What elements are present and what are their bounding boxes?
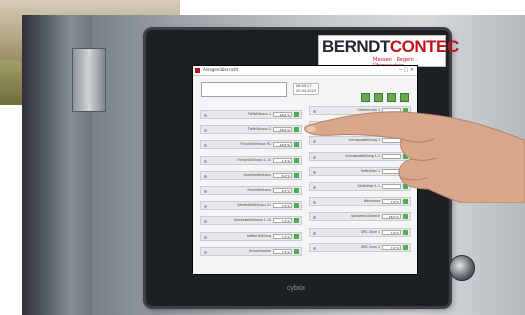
bezel-logo: cybox	[287, 285, 306, 292]
sensor-tile[interactable]: Fleischkühlhaus 1-10 1.5°C	[200, 155, 302, 165]
door-hinge	[72, 48, 106, 112]
brand-label: BERNDTCONTEC Messen · Regeln · Überwache…	[318, 35, 459, 69]
brand-name-part2: CONTEC	[389, 37, 459, 56]
status-led	[403, 229, 408, 235]
date-text: 20.04.2023	[296, 89, 317, 93]
app-title: Anlagenübersicht	[203, 67, 239, 72]
status-dot	[204, 205, 207, 209]
refresh-icon[interactable]	[387, 93, 396, 102]
status-dot	[313, 231, 316, 235]
sensor-tile[interactable]: Getränkekühlhaus 01 7.0°C	[200, 201, 302, 211]
emergency-key-switch[interactable]	[449, 255, 475, 281]
sensor-value: 7.0°C	[382, 229, 401, 235]
brand-name-part1: BERNDT	[322, 37, 390, 56]
search-input[interactable]	[201, 82, 287, 97]
status-led	[294, 203, 299, 209]
status-dot	[204, 174, 207, 178]
status-led	[294, 218, 299, 224]
sensor-tile[interactable]: Kaffee Kühlung 7.0°C	[200, 231, 302, 241]
sensor-label: DRC Zone 1	[361, 229, 380, 234]
sensor-value: 7.0°C	[273, 218, 292, 224]
status-led	[403, 244, 408, 250]
sensor-value: 7.0°C	[382, 244, 401, 250]
status-led	[294, 233, 299, 239]
sensor-tile[interactable]: Fleischkühlhaus R1 -18.0°C	[200, 140, 302, 150]
sensor-value: 7.0°C	[273, 233, 292, 239]
sensor-label: Tiefkühlhaus 2	[247, 127, 271, 132]
sensor-value: -18.0°C	[382, 214, 401, 220]
brand-name: BERNDTCONTEC	[322, 37, 459, 57]
sensor-label: Getränkekühlhaus 01	[236, 203, 271, 208]
sensor-tile[interactable]: Schockfroster 7.0°C	[200, 246, 302, 256]
forward-icon[interactable]	[400, 93, 409, 102]
status-dot	[204, 220, 207, 224]
sensor-value: 7.0°C	[273, 248, 292, 254]
status-dot	[313, 216, 316, 220]
sensor-label: Tiefkühlhaus 1	[247, 112, 271, 116]
sensor-value: 7.0°C	[273, 203, 292, 209]
sensor-label: DRC Zone 2	[361, 244, 380, 249]
sensor-tile[interactable]: DRC Zone 1 7.0°C	[309, 227, 411, 237]
sensor-label: Getränkekühlhaus 1-10	[233, 218, 271, 223]
status-dot	[204, 250, 207, 254]
back-icon[interactable]	[374, 93, 383, 102]
sensor-label: Schockfroster	[249, 248, 271, 253]
status-dot	[313, 246, 316, 250]
status-dot	[204, 144, 207, 148]
status-led	[403, 214, 408, 220]
status-led	[294, 248, 299, 254]
status-dot	[204, 235, 207, 239]
sensor-tile[interactable]: Gemüsekühlhaus 6.0°C	[200, 170, 302, 180]
sensor-tile[interactable]: Tiefkühlhaus 1 -18.0°C	[200, 110, 302, 119]
sensor-tile[interactable]: Tiefkühlhaus 2 -18.0°C	[200, 125, 302, 135]
sensor-tile[interactable]: Getränkekühlhaus 1-10 7.0°C	[200, 216, 302, 226]
photo-scene: BERNDTCONTEC Messen · Regeln · Überwache…	[0, 0, 525, 315]
app-icon	[195, 68, 200, 73]
home-icon[interactable]	[361, 93, 370, 102]
window-titlebar: Anlagenübersicht ‒ □ ✕	[193, 66, 417, 76]
datetime-display: 08:00:27 20.04.2023	[293, 83, 320, 95]
sensor-label: Frischkühlhaus	[247, 188, 271, 192]
window-controls[interactable]: ‒ □ ✕	[399, 67, 414, 73]
sensor-tile[interactable]: Frischkühlhaus 4.0°C	[200, 186, 302, 195]
sensor-label: Fleischkühlhaus 1-10	[237, 157, 271, 162]
status-dot	[204, 190, 207, 193]
sensor-label: Kaffee Kühlung	[246, 233, 271, 238]
sensor-label: Speiseeiskühlzelle	[350, 214, 380, 219]
status-dot	[204, 129, 207, 133]
sensor-label: Fleischkühlhaus R1	[240, 142, 271, 147]
sensor-tile[interactable]: DRC Zone 2 7.0°C	[309, 242, 411, 252]
status-dot	[204, 159, 207, 163]
status-dot	[204, 114, 207, 117]
pointing-hand	[304, 111, 525, 203]
sensor-label: Gemüsekühlhaus	[243, 172, 271, 177]
sensor-tile[interactable]: Speiseeiskühlzelle -18.0°C	[309, 212, 411, 222]
